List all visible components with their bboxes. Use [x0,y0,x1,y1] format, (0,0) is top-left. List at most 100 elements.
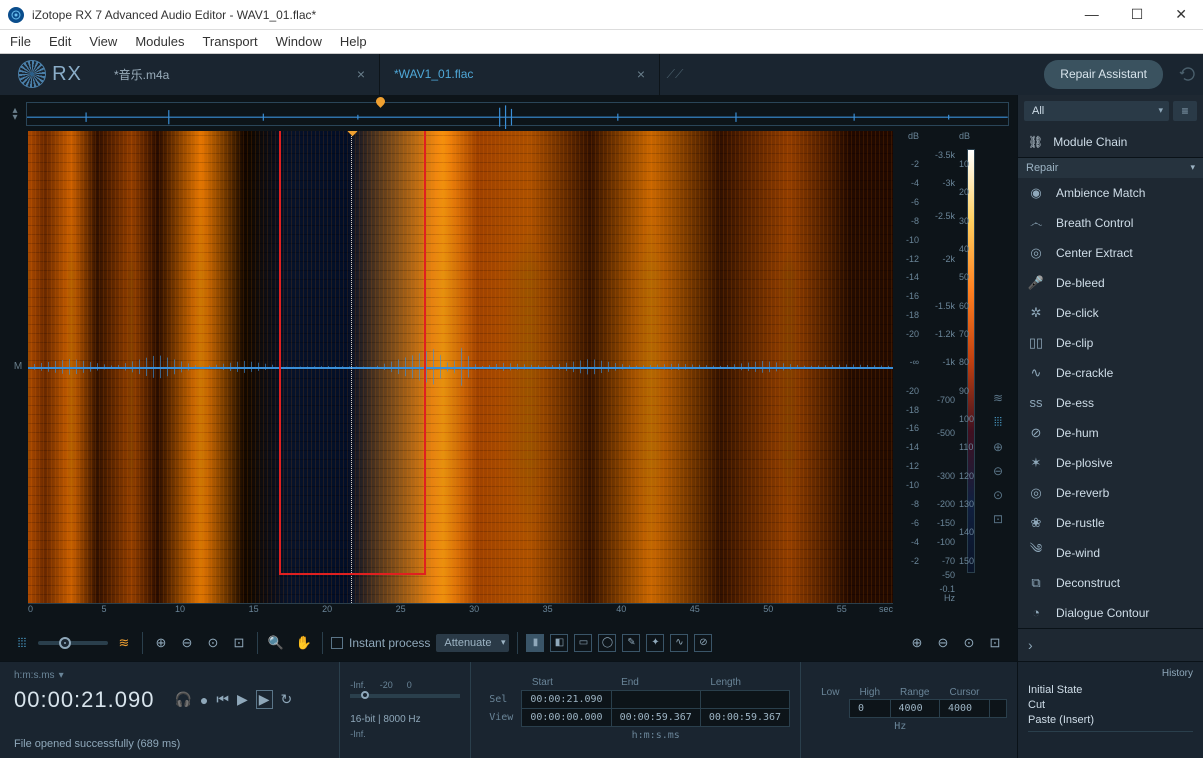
module-center-extract[interactable]: ◎Center Extract [1018,238,1203,268]
view-waveform-icon[interactable]: ≋ [993,391,1003,405]
module-de-bleed[interactable]: 🎤De-bleed [1018,268,1203,298]
tab-file-2[interactable]: *WAV1_01.flac × [380,54,660,95]
zoom-freq-out-icon[interactable]: ⊖ [993,464,1003,478]
module-de-clip[interactable]: ▯▯De-clip [1018,328,1203,358]
record-button[interactable]: ● [200,692,208,708]
menu-file[interactable]: File [10,34,31,49]
headphones-icon[interactable]: 🎧 [174,691,191,708]
zoom-in-right-icon[interactable]: ⊕ [907,633,927,653]
loop-button[interactable]: ↻ [281,691,293,708]
freq-range[interactable]: 4000 [939,700,989,718]
menu-transport[interactable]: Transport [202,34,257,49]
module-breath-control[interactable]: ෴Breath Control [1018,208,1203,238]
module-de-ess[interactable]: ssDe-ess [1018,388,1203,418]
section-repair[interactable]: Repair [1018,158,1203,178]
playhead[interactable] [351,131,352,603]
overview-collapse-icon[interactable]: ▴▾ [8,107,22,121]
freq-high[interactable]: 4000 [890,700,939,718]
time-ruler[interactable]: 0 5 10 15 20 25 30 35 40 45 50 55 sec [28,603,893,621]
freq-cursor[interactable] [990,700,1007,718]
undo-history-icon[interactable] [1173,54,1203,95]
menu-modules[interactable]: Modules [135,34,184,49]
module-chain-button[interactable]: ⛓ Module Chain [1018,127,1203,158]
module-de-crackle[interactable]: ∿De-crackle [1018,358,1203,388]
view-spectrogram-icon[interactable]: ⦙⦙⦙ [994,415,1002,430]
zoom-out-icon[interactable]: ⊖ [177,633,197,653]
overview-waveform[interactable] [26,102,1009,126]
module-de-wind[interactable]: ༄De-wind [1018,538,1203,568]
zoom-fit-right-icon[interactable]: ⊡ [985,633,1005,653]
zoom-freq-fit-icon[interactable]: ⊡ [993,512,1003,526]
module-deconstruct[interactable]: ⧉Deconstruct [1018,568,1203,598]
freq-low[interactable]: 0 [849,700,890,718]
spectrogram[interactable] [28,131,893,603]
tab-close-icon[interactable]: × [357,66,365,82]
sel-lasso-icon[interactable]: ◯ [598,634,616,652]
instant-process-label: Instant process [349,636,430,650]
sel-length[interactable] [700,691,789,709]
zoom-freq-in-icon[interactable]: ⊕ [993,440,1003,454]
rewind-button[interactable]: ⏮ [216,691,229,708]
sel-freq-icon[interactable]: ▭ [574,634,592,652]
zoom-sel-right-icon[interactable]: ⊙ [959,633,979,653]
spectrogram-mode-icon[interactable]: ≋ [114,633,134,653]
menu-view[interactable]: View [89,34,117,49]
timecode-display[interactable]: 00:00:21.090 [14,687,154,713]
zoom-tool-icon[interactable]: 🔍 [266,633,286,653]
view-end[interactable]: 00:00:59.367 [611,709,700,727]
module-more-icon[interactable]: › [1018,628,1203,661]
zoom-in-icon[interactable]: ⊕ [151,633,171,653]
zoom-sel-icon[interactable]: ⊙ [203,633,223,653]
time-format-label[interactable]: h:m:s.ms [14,670,55,681]
sel-end[interactable] [611,691,700,709]
tab-close-icon[interactable]: × [637,66,645,82]
process-mode-dropdown[interactable]: Attenuate [436,634,509,652]
time-format-dropdown-icon[interactable]: ▾ [59,670,64,681]
history-item[interactable]: Paste (Insert) [1028,714,1193,726]
menu-edit[interactable]: Edit [49,34,71,49]
module-dialogue-contour[interactable]: ◔Dialogue Contour [1018,598,1203,628]
module-de-hum[interactable]: ⊘De-hum [1018,418,1203,448]
sel-brush-icon[interactable]: ✎ [622,634,640,652]
overview-playhead[interactable] [380,101,381,127]
close-button[interactable]: ✕ [1167,4,1195,25]
menu-help[interactable]: Help [340,34,367,49]
sel-deselect-icon[interactable]: ⊘ [694,634,712,652]
deconstruct-icon: ⧉ [1028,575,1044,591]
center-icon: ◎ [1028,245,1044,261]
grab-tool-icon[interactable]: ✋ [294,633,314,653]
sel-harmonics-icon[interactable]: ∿ [670,634,688,652]
level-meter[interactable] [350,694,460,698]
module-list-menu-icon[interactable]: ≡ [1173,101,1197,121]
repair-assistant-button[interactable]: Repair Assistant [1044,60,1163,89]
zoom-freq-sel-icon[interactable]: ⊙ [993,488,1003,502]
zoom-out-right-icon[interactable]: ⊖ [933,633,953,653]
history-item[interactable]: Cut [1028,699,1193,711]
module-filter-dropdown[interactable]: All [1024,101,1169,121]
history-item[interactable]: Initial State [1028,684,1193,696]
sel-time-icon[interactable]: ▮ [526,634,544,652]
module-de-reverb[interactable]: ◎De-reverb [1018,478,1203,508]
sel-timefreq-icon[interactable]: ◧ [550,634,568,652]
tab-overflow-icon[interactable]: ⟋⟋ [660,54,690,95]
play-sel-button[interactable]: ▶ [256,690,273,709]
view-length[interactable]: 00:00:59.367 [700,709,789,727]
decrackle-icon: ∿ [1028,365,1044,381]
maximize-button[interactable]: ☐ [1123,4,1152,25]
module-de-rustle[interactable]: ❀De-rustle [1018,508,1203,538]
ambience-icon: ◉ [1028,185,1044,201]
module-ambience-match[interactable]: ◉Ambience Match [1018,178,1203,208]
play-button[interactable]: ▶ [237,691,248,708]
sel-start[interactable]: 00:00:21.090 [522,691,611,709]
zoom-fit-icon[interactable]: ⊡ [229,633,249,653]
view-start[interactable]: 00:00:00.000 [522,709,611,727]
menu-window[interactable]: Window [276,34,322,49]
tab-file-1[interactable]: *音乐.m4a × [100,54,380,95]
module-de-plosive[interactable]: ✶De-plosive [1018,448,1203,478]
instant-process-checkbox[interactable] [331,637,343,649]
module-de-click[interactable]: ✲De-click [1018,298,1203,328]
waveform-mode-icon[interactable]: ⦙⦙⦙ [12,633,32,653]
minimize-button[interactable]: — [1077,4,1107,25]
opacity-slider[interactable] [38,641,108,645]
sel-wand-icon[interactable]: ✦ [646,634,664,652]
